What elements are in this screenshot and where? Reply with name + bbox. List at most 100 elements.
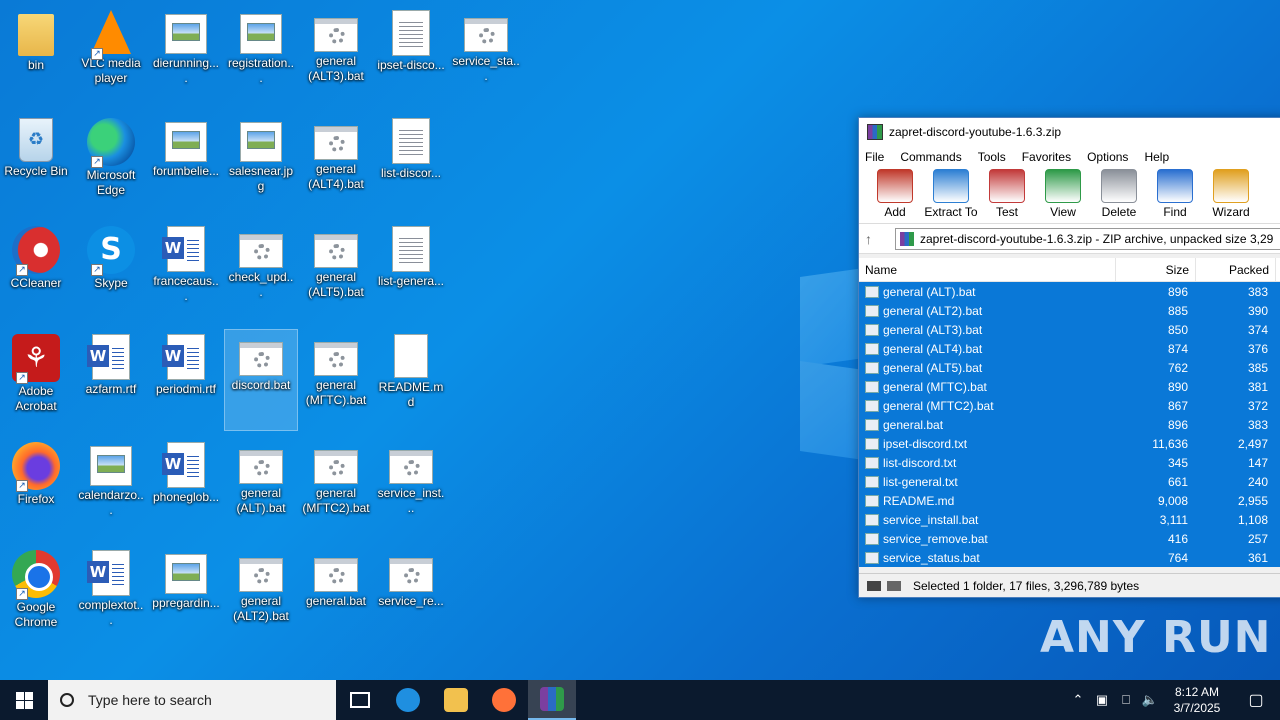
desktop-icon[interactable]: list-genera... <box>375 222 447 322</box>
desktop-icon[interactable]: service_re... <box>375 546 447 646</box>
desktop-icon[interactable]: bin <box>0 6 72 106</box>
desktop-icon[interactable]: Wfrancecaus... <box>150 222 222 322</box>
desktop-icon[interactable]: service_inst... <box>375 438 447 538</box>
desktop-icon[interactable]: ↗ VLC media player <box>75 6 147 106</box>
desktop-icon[interactable]: Wphoneglob... <box>150 438 222 538</box>
volume-icon[interactable]: 🔈 <box>1138 692 1162 708</box>
column-header-name[interactable]: Name <box>859 258 1116 281</box>
clock[interactable]: 8:12 AM 3/7/2025 <box>1162 684 1232 716</box>
toolbar-button-view[interactable]: View <box>1035 169 1091 219</box>
file-row[interactable]: service_install.bat 3,111 1,108 <box>859 510 1280 529</box>
desktop-icon[interactable]: general (ALT4).bat <box>300 114 372 214</box>
shortcut-arrow-icon: ↗ <box>16 264 28 276</box>
desktop-icon[interactable]: registration... <box>225 6 297 106</box>
desktop-icon[interactable]: ppregardin... <box>150 546 222 646</box>
taskbar-search-box[interactable]: Type here to search <box>48 680 336 720</box>
file-row[interactable]: README.md 9,008 2,955 <box>859 491 1280 510</box>
file-size: 890 <box>1167 379 1188 394</box>
taskbar-firefox[interactable] <box>480 680 528 720</box>
desktop-icon[interactable]: ♻ Recycle Bin <box>0 114 72 214</box>
file-row[interactable]: ipset-discord.txt 11,636 2,497 <box>859 434 1280 453</box>
up-arrow-icon[interactable]: ↑ <box>865 231 895 247</box>
winrar-app-icon <box>867 124 883 140</box>
task-view-icon <box>350 692 370 708</box>
bat-icon <box>464 18 508 52</box>
winrar-window[interactable]: zapret-discord-youtube-1.6.3.zip File Co… <box>858 117 1280 598</box>
file-packed: 374 <box>1247 322 1268 337</box>
toolbar-button-delete[interactable]: Delete <box>1091 169 1147 219</box>
file-row[interactable]: general (ALT4).bat 874 376 <box>859 339 1280 358</box>
window-titlebar[interactable]: zapret-discord-youtube-1.6.3.zip <box>859 118 1280 146</box>
toolbar-button-label: Wizard <box>1212 205 1250 219</box>
archive-path-field[interactable]: zapret-discord-youtube-1.6.3.zip - ZIP a… <box>895 227 1280 250</box>
file-row[interactable]: list-discord.txt 345 147 <box>859 453 1280 472</box>
toolbar-button-extract-to[interactable]: Extract To <box>923 169 979 219</box>
taskbar-file-explorer[interactable] <box>432 680 480 720</box>
desktop-icon[interactable]: S ↗ Skype <box>75 222 147 322</box>
status-drive-icons[interactable] <box>867 580 905 591</box>
desktop-icon[interactable]: general (ALT5).bat <box>300 222 372 322</box>
file-row[interactable]: list-general.txt 661 240 <box>859 472 1280 491</box>
plain-icon <box>394 334 428 378</box>
file-row[interactable]: general (ALT2).bat 885 390 <box>859 301 1280 320</box>
file-row[interactable]: general (МГТС).bat 890 381 <box>859 377 1280 396</box>
file-icon <box>865 361 879 374</box>
menu-favorites[interactable]: Favorites <box>1022 150 1071 164</box>
menu-file[interactable]: File <box>865 150 884 164</box>
desktop-icon[interactable]: general (МГТС).bat <box>300 330 372 430</box>
menu-tools[interactable]: Tools <box>978 150 1006 164</box>
desktop-icon[interactable]: discord.bat <box>224 329 298 431</box>
desktop-icon[interactable]: ↗ Google Chrome <box>0 546 72 646</box>
desktop-icon[interactable]: dierunning.... <box>150 6 222 106</box>
chevron-up-icon[interactable]: ⌃ <box>1066 692 1090 708</box>
start-button[interactable] <box>0 680 48 720</box>
desktop-icon[interactable]: README.md <box>375 330 447 430</box>
test-clipboard-icon <box>989 169 1025 203</box>
desktop-icon[interactable]: calendarzo... <box>75 438 147 538</box>
menu-help[interactable]: Help <box>1144 150 1169 164</box>
toolbar-button-find[interactable]: Find <box>1147 169 1203 219</box>
desktop-icon[interactable]: Wazfarm.rtf <box>75 330 147 430</box>
img-icon <box>165 554 207 594</box>
menu-commands[interactable]: Commands <box>900 150 961 164</box>
notifications-icon[interactable]: ▢ <box>1232 690 1280 710</box>
file-row[interactable]: service_status.bat 764 361 <box>859 548 1280 567</box>
desktop-icon[interactable]: general.bat <box>300 546 372 646</box>
file-row[interactable]: general (ALT).bat 896 383 <box>859 282 1280 301</box>
desktop-icon[interactable]: ⚘ ↗ Adobe Acrobat <box>0 330 72 430</box>
delete-trash-icon <box>1101 169 1137 203</box>
toolbar-button-test[interactable]: Test <box>979 169 1035 219</box>
file-row[interactable]: service_remove.bat 416 257 <box>859 529 1280 548</box>
desktop-icon[interactable]: general (ALT2).bat <box>225 546 297 646</box>
shortcut-arrow-icon: ↗ <box>91 48 103 60</box>
desktop-icon[interactable]: list-discor... <box>375 114 447 214</box>
desktop-icon[interactable]: Wperiodmi.rtf <box>150 330 222 430</box>
network-icon[interactable]: ⎕ <box>1114 692 1138 708</box>
menu-options[interactable]: Options <box>1087 150 1128 164</box>
device-icon[interactable]: ▣ <box>1090 692 1114 708</box>
desktop-icon[interactable]: forumbelie... <box>150 114 222 214</box>
column-header-packed[interactable]: Packed <box>1196 258 1276 281</box>
file-row[interactable]: general (ALT5).bat 762 385 <box>859 358 1280 377</box>
file-row[interactable]: general.bat 896 383 <box>859 415 1280 434</box>
toolbar-button-add[interactable]: Add <box>867 169 923 219</box>
desktop-icon[interactable]: check_upd... <box>225 222 297 322</box>
desktop-icon[interactable]: general (ALT).bat <box>225 438 297 538</box>
desktop-icon[interactable]: ↗ Microsoft Edge <box>75 114 147 214</box>
desktop-icon[interactable]: salesnear.jpg <box>225 114 297 214</box>
desktop-icon[interactable]: Wcomplextot... <box>75 546 147 646</box>
file-row[interactable]: general (ALT3).bat 850 374 <box>859 320 1280 339</box>
taskbar-task-view[interactable] <box>336 680 384 720</box>
desktop-icon[interactable]: ipset-disco... <box>375 6 447 106</box>
desktop-icon[interactable]: ↗ CCleaner <box>0 222 72 322</box>
file-row[interactable]: general (МГТС2).bat 867 372 <box>859 396 1280 415</box>
file-packed: 240 <box>1247 474 1268 489</box>
desktop-icon[interactable]: ↗ Firefox <box>0 438 72 538</box>
toolbar-button-wizard[interactable]: Wizard <box>1203 169 1259 219</box>
desktop-icon[interactable]: general (МГТС2).bat <box>300 438 372 538</box>
column-header-size[interactable]: Size <box>1116 258 1196 281</box>
taskbar-edge[interactable] <box>384 680 432 720</box>
desktop-icon[interactable]: service_sta... <box>450 6 522 106</box>
desktop-icon[interactable]: general (ALT3).bat <box>300 6 372 106</box>
taskbar-winrar[interactable] <box>528 680 576 720</box>
